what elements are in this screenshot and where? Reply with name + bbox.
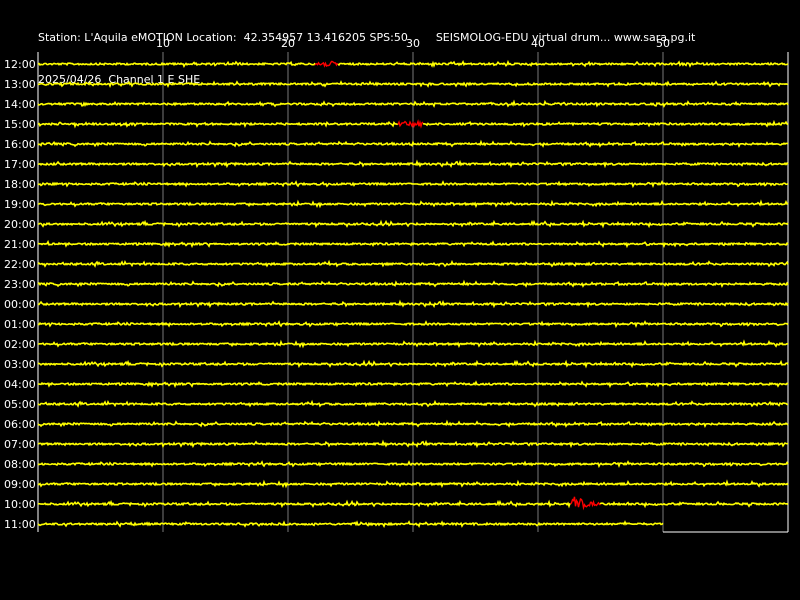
- trace-1100: [37, 520, 664, 528]
- row-label-1500: 15:00: [4, 118, 36, 131]
- row-label-0100: 01:00: [4, 318, 36, 331]
- row-label-1200: 12:00: [4, 58, 36, 71]
- row-label-2200: 22:00: [4, 258, 36, 271]
- event-1200-0: [314, 60, 339, 68]
- row-label-1900: 19:00: [4, 198, 36, 211]
- row-label-1300: 13:00: [4, 78, 36, 91]
- row-label-1100: 11:00: [4, 518, 36, 531]
- row-label-0800: 08:00: [4, 458, 36, 471]
- row-label-2000: 20:00: [4, 218, 36, 231]
- row-label-1700: 17:00: [4, 158, 36, 171]
- row-label-0900: 09:00: [4, 478, 36, 491]
- row-label-0400: 04:00: [4, 378, 36, 391]
- x-tick-label-40: 40: [531, 37, 545, 50]
- row-label-1800: 18:00: [4, 178, 36, 191]
- row-label-0200: 02:00: [4, 338, 36, 351]
- seismogram-drum: 10 20 30 40 50 12:00 13:00 14:00 15:00 16:00 17:00…: [4, 37, 789, 533]
- row-label-0700: 07:00: [4, 438, 36, 451]
- row-label-1000: 10:00: [4, 498, 36, 511]
- row-label-0300: 03:00: [4, 358, 36, 371]
- row-label-2300: 23:00: [4, 278, 36, 291]
- row-label-0500: 05:00: [4, 398, 36, 411]
- row-label-1600: 16:00: [4, 138, 36, 151]
- row-label-2100: 21:00: [4, 238, 36, 251]
- x-tick-label-50: 50: [656, 37, 670, 50]
- row-label-1400: 14:00: [4, 98, 36, 111]
- row-label-0000: 00:00: [4, 298, 36, 311]
- x-tick-label-10: 10: [156, 37, 170, 50]
- x-tick-label-30: 30: [406, 37, 420, 50]
- event-1000-0: [569, 496, 601, 511]
- x-tick-label-20: 20: [281, 37, 295, 50]
- row-label-0600: 06:00: [4, 418, 36, 431]
- event-1500-0: [397, 119, 424, 129]
